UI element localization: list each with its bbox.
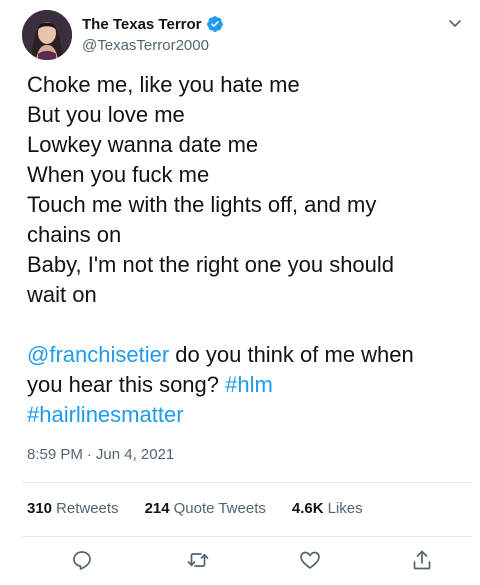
- hashtag-link[interactable]: #hairlinesmatter: [27, 402, 184, 427]
- tweet-line-hashtag: you hear this song? #hlm: [27, 370, 467, 400]
- tweet-line: wait on: [27, 282, 97, 307]
- tweet-line-hashtag: #hairlinesmatter: [27, 400, 467, 430]
- verified-badge-icon: [206, 16, 223, 32]
- tweet-text-fragment: you hear this song?: [27, 372, 226, 397]
- heart-icon[interactable]: [298, 548, 322, 572]
- chevron-down-icon[interactable]: [444, 12, 466, 34]
- quote-tweets-count: 214: [144, 500, 170, 517]
- display-name[interactable]: The Texas Terror: [82, 16, 202, 33]
- retweet-icon[interactable]: [186, 548, 210, 572]
- tweet-line: Choke me, like you hate me: [27, 72, 300, 97]
- retweets-label: Retweets: [56, 500, 119, 517]
- tweet-text: Choke me, like you hate me But you love …: [27, 70, 467, 430]
- quote-tweets-label: Quote Tweets: [173, 500, 266, 517]
- quote-tweets-stat[interactable]: 214 Quote Tweets: [145, 500, 266, 517]
- handle[interactable]: @TexasTerror2000: [82, 37, 224, 54]
- stats-row: 310 Retweets 214 Quote Tweets 4.6K Likes: [27, 500, 363, 517]
- tweet-line: Lowkey wanna date me: [27, 132, 259, 157]
- chevron-down-glyph: [449, 20, 461, 27]
- tweet-time: 8:59 PM: [27, 446, 83, 463]
- hashtag-link[interactable]: #hlm: [225, 372, 273, 397]
- tweet-line: Touch me with the lights off, and my: [27, 192, 377, 217]
- tweet-line: But you love me: [27, 102, 185, 127]
- tweet-line: Baby, I'm not the right one you should: [27, 252, 395, 277]
- avatar-image: [22, 10, 72, 60]
- retweets-stat[interactable]: 310 Retweets: [27, 500, 119, 517]
- divider: [22, 482, 472, 483]
- separator: ·: [86, 446, 92, 463]
- tweet-line: chains on: [27, 222, 122, 247]
- tweet-date: Jun 4, 2021: [95, 446, 175, 463]
- mention-link[interactable]: @franchisetier: [27, 342, 169, 367]
- likes-label: Likes: [327, 500, 363, 517]
- share-icon[interactable]: [410, 548, 434, 572]
- retweets-count: 310: [27, 500, 53, 517]
- tweet-text-fragment: do you think of me when: [169, 342, 414, 367]
- reply-icon[interactable]: [70, 548, 94, 572]
- tweet-header: The Texas Terror @TexasTerror2000: [22, 10, 472, 60]
- action-bar: [22, 546, 472, 576]
- tweet-line: When you fuck me: [27, 162, 210, 187]
- divider: [22, 536, 472, 537]
- likes-count: 4.6K: [291, 500, 324, 517]
- avatar[interactable]: [22, 10, 72, 60]
- tweet-line-mention: @franchisetier do you think of me when: [27, 340, 467, 370]
- name-row: The Texas Terror: [82, 14, 224, 34]
- likes-stat[interactable]: 4.6K Likes: [292, 500, 363, 517]
- author-block: The Texas Terror @TexasTerror2000: [82, 14, 224, 54]
- tweet-card: The Texas Terror @TexasTerror2000 Choke …: [0, 0, 480, 585]
- timestamp[interactable]: 8:59 PM · Jun 4, 2021: [27, 446, 174, 463]
